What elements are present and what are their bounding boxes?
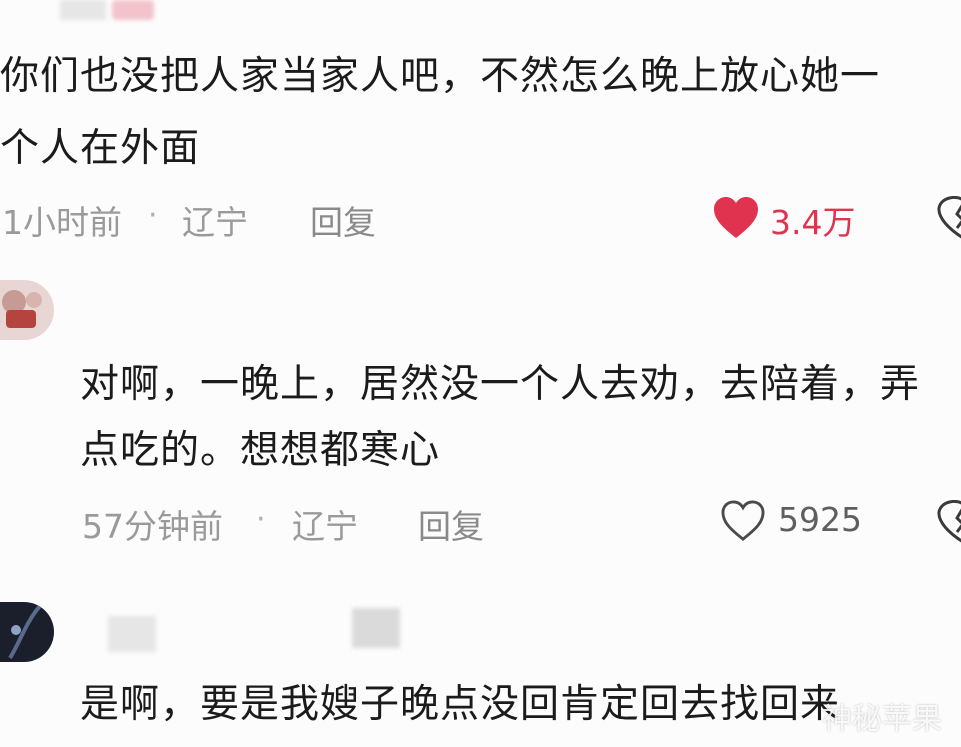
like-count: 3.4万 <box>770 203 856 242</box>
previous-badge-blur <box>112 0 154 20</box>
heart-outline-icon <box>721 500 765 541</box>
comment-text-line: 你们也没把人家当家人吧，不然怎么晚上放心她一 <box>0 54 881 99</box>
broken-heart-icon[interactable] <box>935 196 961 240</box>
watermark-text: 神秘苹果 <box>822 702 942 737</box>
like-button[interactable]: 3.4万 <box>712 194 864 242</box>
comment-text-line: 个人在外面 <box>0 126 201 171</box>
comment-time: 1小时前 <box>2 203 122 242</box>
comment-location: 辽宁 <box>182 203 248 242</box>
badge-blur <box>352 608 400 648</box>
heart-filled-icon <box>714 197 758 238</box>
meta-separator: · <box>148 198 158 233</box>
comment-text-line: 是啊，要是我嫂子晚点没回肯定回去找回来 <box>80 682 841 727</box>
reply-button[interactable]: 回复 <box>310 196 376 244</box>
avatar[interactable] <box>0 602 54 662</box>
comment-text-line: 对啊，一晚上，居然没一个人去劝，去陪着，弄 <box>80 362 921 407</box>
comment-time: 57分钟前 <box>82 507 223 546</box>
meta-separator: · <box>256 502 266 537</box>
broken-heart-icon[interactable] <box>935 500 961 544</box>
comment-location: 辽宁 <box>292 507 358 546</box>
like-count: 5925 <box>778 500 862 539</box>
comment-text-line: 点吃的。想想都寒心 <box>80 428 441 473</box>
username-blur <box>108 616 156 652</box>
reply-button[interactable]: 回复 <box>418 500 484 548</box>
avatar[interactable] <box>0 280 54 340</box>
previous-username-blur <box>60 0 106 20</box>
like-button[interactable]: 5925 <box>720 498 870 546</box>
